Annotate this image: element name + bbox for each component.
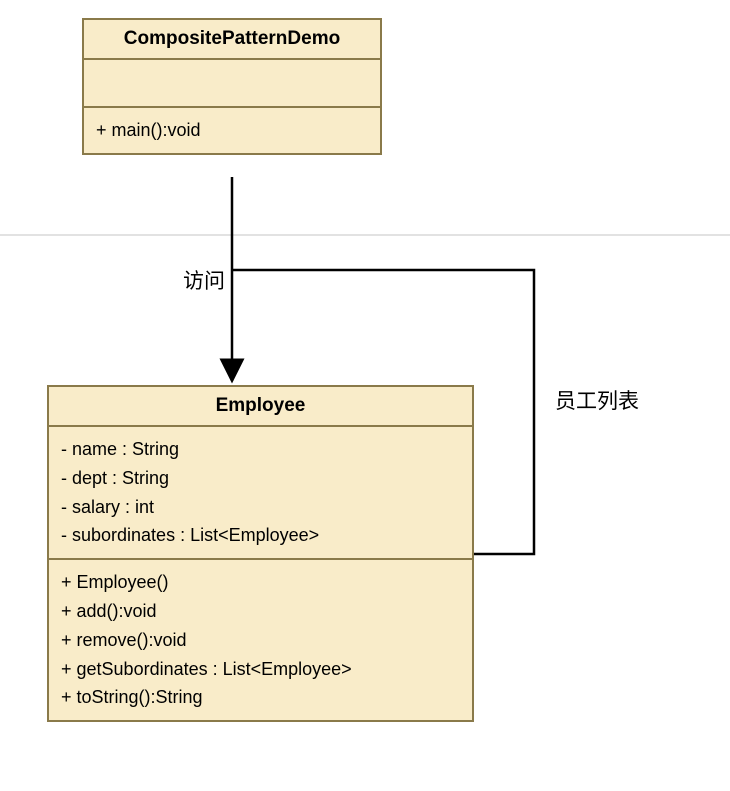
class-attr-section (84, 60, 380, 108)
horizontal-divider (0, 234, 730, 236)
class-employee: Employee - name : String - dept : String… (47, 385, 474, 722)
attr-line: - dept : String (61, 464, 460, 493)
attr-line: - subordinates : List<Employee> (61, 521, 460, 550)
method-line: + toString():String (61, 683, 460, 712)
method-line: + remove():void (61, 626, 460, 655)
method-line: + main():void (96, 116, 368, 145)
method-line: + getSubordinates : List<Employee> (61, 655, 460, 684)
method-line: + Employee() (61, 568, 460, 597)
class-attr-section: - name : String - dept : String - salary… (49, 427, 472, 560)
attr-line: - name : String (61, 435, 460, 464)
class-title: Employee (49, 387, 472, 427)
method-line: + add():void (61, 597, 460, 626)
attr-line: - salary : int (61, 493, 460, 522)
class-methods-section: + Employee() + add():void + remove():voi… (49, 560, 472, 720)
class-composite-pattern-demo: CompositePatternDemo + main():void (82, 18, 382, 155)
label-access: 访问 (183, 265, 225, 295)
class-title: CompositePatternDemo (84, 20, 380, 60)
label-employee-list: 员工列表 (555, 385, 639, 415)
class-methods-section: + main():void (84, 108, 380, 153)
